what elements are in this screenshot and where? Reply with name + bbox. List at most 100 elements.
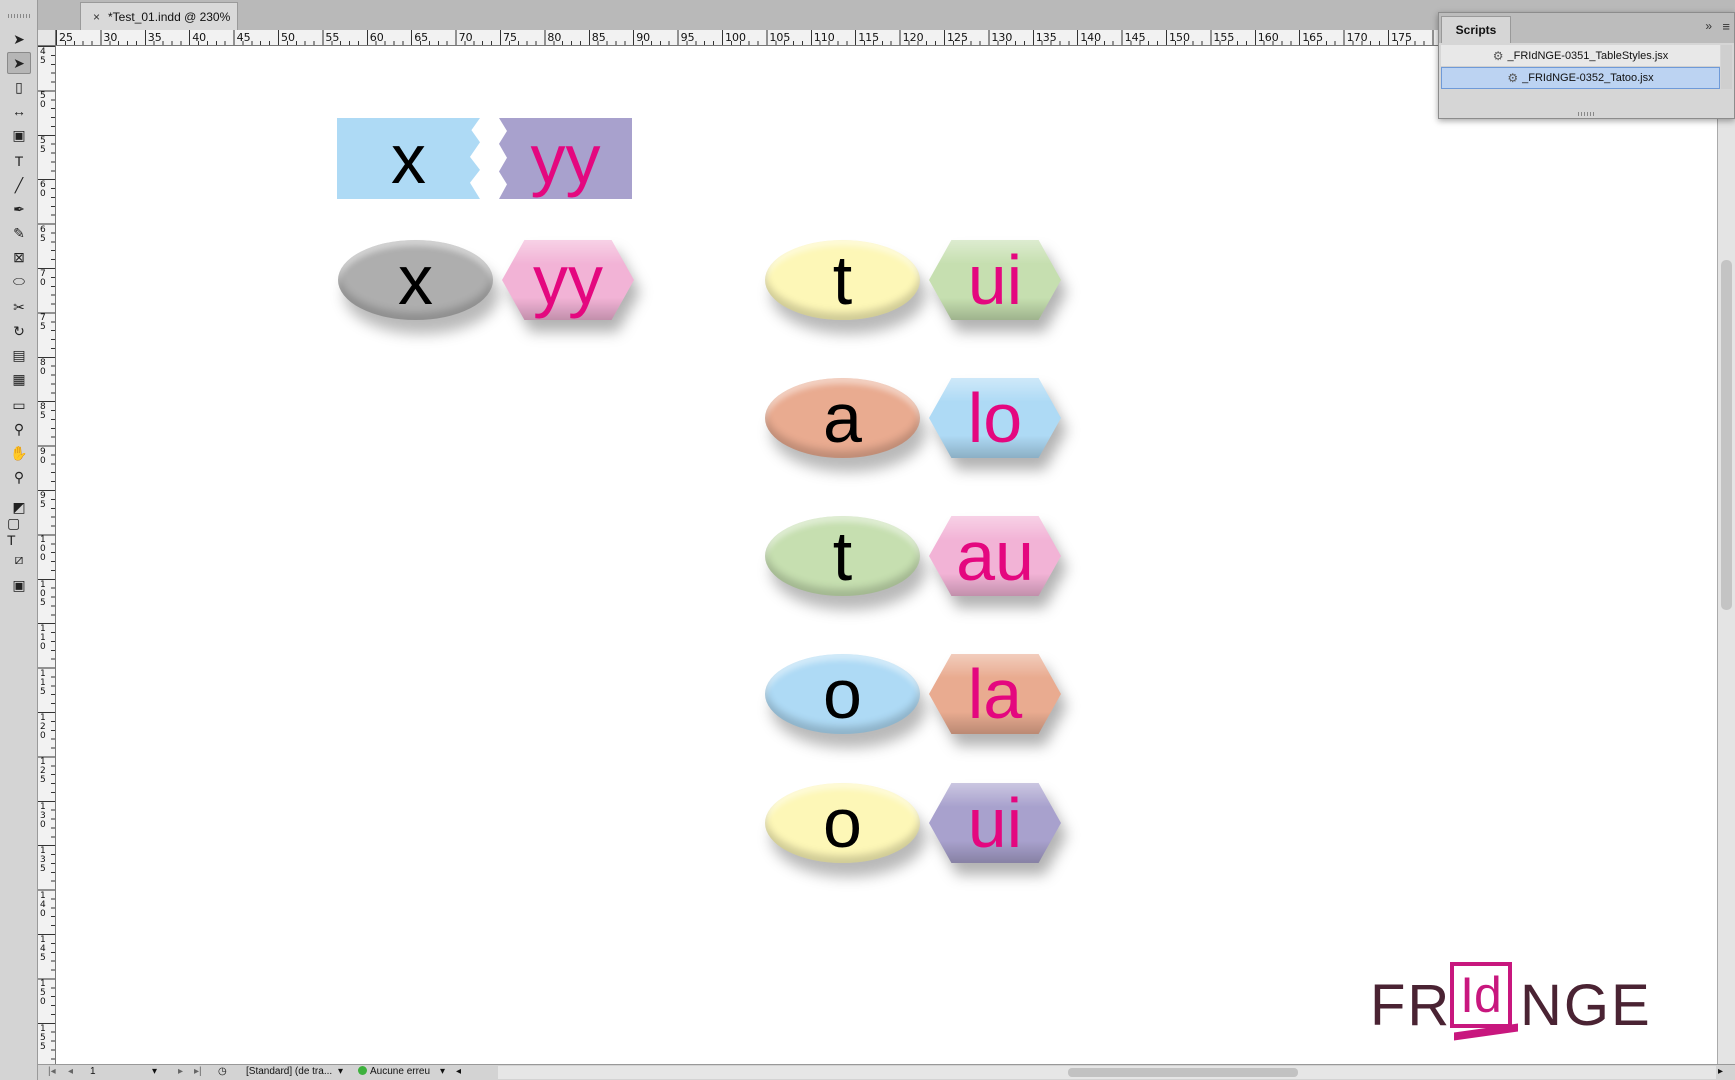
profile-dropdown-icon[interactable]: ▾ — [338, 1066, 343, 1077]
open-document-icon[interactable]: ◷ — [218, 1066, 227, 1077]
script-item-selected[interactable]: ⚙ _FRIdNGE-0352_Tatoo.jsx — [1441, 67, 1720, 89]
scripts-tab-label: Scripts — [1455, 23, 1497, 37]
shape-hexagon-au[interactable]: au — [929, 516, 1061, 596]
ruler-label: 105 — [769, 31, 791, 44]
shape-text: la — [967, 655, 1023, 733]
ruler-label: 155 — [40, 1023, 46, 1052]
ruler-label: 140 — [40, 890, 46, 919]
collapse-panel-icon[interactable]: » — [1705, 19, 1712, 33]
shape-text: au — [956, 517, 1034, 595]
hand-tool-icon[interactable]: ✋ — [7, 442, 31, 464]
scrollbar-thumb[interactable] — [1721, 260, 1732, 610]
scroll-left-icon[interactable]: ◂ — [456, 1066, 461, 1077]
shape-oval-t2[interactable]: t — [765, 516, 920, 596]
note-tool-icon[interactable]: ▭ — [7, 394, 31, 416]
rotate-tool-icon[interactable]: ↻ — [7, 320, 31, 342]
shape-oval-o[interactable]: o — [765, 654, 920, 734]
ruler-label: 130 — [40, 801, 46, 830]
gap-tool-icon[interactable]: ↔ — [7, 100, 31, 122]
formatting-container-icon[interactable]: ▢ T — [7, 515, 31, 548]
script-icon: ⚙ — [1507, 71, 1519, 85]
page-number-field[interactable]: 1 — [90, 1066, 96, 1077]
shape-text: yy — [533, 241, 603, 319]
ruler-label: 155 — [1213, 31, 1235, 44]
pencil-tool-icon[interactable]: ✎ — [7, 222, 31, 244]
zoom-tool-icon[interactable]: ⚲ — [7, 466, 31, 488]
ruler-label: 45 — [40, 47, 46, 66]
shape-hexagon-la[interactable]: la — [929, 654, 1061, 734]
eyedropper-tool-icon[interactable]: ⚲ — [7, 418, 31, 440]
ruler-label: 50 — [281, 31, 295, 44]
shape-oval-a[interactable]: a — [765, 378, 920, 458]
screen-mode-icon[interactable]: ▣ — [7, 574, 31, 596]
shape-hexagon-yy[interactable]: yy — [502, 240, 634, 320]
panel-menu-icon[interactable]: ≡ — [1722, 19, 1730, 34]
scripts-tab[interactable]: Scripts — [1441, 16, 1511, 43]
shape-hexagon-ui[interactable]: ui — [929, 240, 1061, 320]
horizontal-scrollbar[interactable] — [498, 1066, 1716, 1079]
shape-oval-x[interactable]: x — [338, 240, 493, 320]
preflight-profile[interactable]: [Standard] (de tra... — [246, 1066, 332, 1077]
pen-tool-icon[interactable]: ✒ — [7, 198, 31, 220]
ruler-label: 95 — [40, 491, 46, 510]
direct-selection-tool-icon[interactable]: ➤ — [7, 52, 31, 74]
vertical-ruler[interactable]: 45 50 55 60 65 70 75 80 85 90 95 100 105 110 115 120 125… — [38, 46, 56, 1064]
shape-rect-x[interactable]: x — [337, 118, 480, 199]
ruler-label: 175 — [1391, 31, 1412, 44]
ruler-label: 75 — [503, 31, 517, 44]
prev-page-icon[interactable]: ◂ — [68, 1066, 73, 1077]
ellipse-tool-icon[interactable]: ⬭ — [7, 270, 31, 292]
shape-text: ui — [967, 241, 1023, 319]
ruler-origin[interactable] — [38, 30, 56, 46]
content-collector-icon[interactable]: ▣ — [7, 124, 31, 146]
ruler-label: 145 — [1124, 31, 1146, 44]
ruler-label: 50 — [40, 91, 46, 111]
document-tab[interactable]: × *Test_01.indd @ 230% — [80, 2, 238, 30]
ruler-label: 75 — [40, 313, 46, 333]
ruler-label: 35 — [147, 31, 162, 44]
vertical-scrollbar[interactable] — [1717, 30, 1735, 1064]
panel-resize-grip[interactable] — [1577, 112, 1596, 116]
ruler-label: 90 — [40, 446, 46, 466]
shape-text: t — [832, 517, 853, 595]
panel-grip[interactable] — [8, 14, 30, 18]
tools-panel: ➤ ➤ ▯ ↔ ▣ T ╱ ✒ ✎ ⊠ ⬭ ✂ ↻ ▤ ▦ ▭ ⚲ ✋ ⚲ ◩ ▢ T ⧄ ▣ — [0, 0, 38, 1080]
panel-header: Scripts » ≡ — [1439, 13, 1734, 43]
first-page-icon[interactable]: |◂ — [48, 1066, 56, 1077]
scissors-tool-icon[interactable]: ✂ — [7, 296, 31, 318]
ruler-label: 100 — [725, 31, 746, 44]
gradient-feather-tool-icon[interactable]: ▦ — [7, 368, 31, 390]
shape-oval-t[interactable]: t — [765, 240, 920, 320]
ruler-label: 115 — [40, 668, 46, 697]
scroll-right-icon[interactable]: ▸ — [1718, 1066, 1723, 1077]
ruler-label: 135 — [1035, 31, 1057, 44]
shape-oval-o2[interactable]: o — [765, 783, 920, 863]
gradient-tool-icon[interactable]: ▤ — [7, 344, 31, 366]
scrollbar-thumb[interactable] — [1068, 1068, 1298, 1077]
page-dropdown-icon[interactable]: ▾ — [152, 1066, 157, 1077]
shape-text: x — [391, 119, 426, 198]
apply-none-icon[interactable]: ⧄ — [7, 548, 31, 570]
preflight-status[interactable]: Aucune erreu — [358, 1066, 430, 1077]
type-tool-icon[interactable]: T — [7, 150, 31, 172]
scripts-scrollbar[interactable] — [1721, 45, 1732, 89]
script-item[interactable]: ⚙ _FRIdNGE-0351_TableStyles.jsx — [1441, 45, 1720, 67]
line-tool-icon[interactable]: ╱ — [7, 174, 31, 196]
page-tool-icon[interactable]: ▯ — [7, 76, 31, 98]
last-page-icon[interactable]: ▸| — [194, 1066, 202, 1077]
preflight-dropdown-icon[interactable]: ▾ — [440, 1066, 445, 1077]
close-tab-icon[interactable]: × — [93, 10, 100, 24]
rectangle-frame-tool-icon[interactable]: ⊠ — [7, 246, 31, 268]
shape-text: t — [832, 241, 853, 319]
fridnge-logo: FR Id NGE — [1370, 920, 1700, 1050]
next-page-icon[interactable]: ▸ — [178, 1066, 183, 1077]
ruler-label: 125 — [40, 757, 46, 786]
ruler-label: 25 — [59, 31, 73, 44]
shape-rect-yy[interactable]: yy — [499, 118, 632, 199]
selection-tool-icon[interactable]: ➤ — [7, 28, 31, 50]
shape-hexagon-lo[interactable]: lo — [929, 378, 1061, 458]
shape-hexagon-ui2[interactable]: ui — [929, 783, 1061, 863]
ruler-label: 60 — [369, 31, 384, 44]
shape-text: lo — [967, 379, 1023, 457]
document-canvas[interactable]: x yy x yy t ui a lo t au o la o ui FR Id… — [56, 46, 1717, 1064]
